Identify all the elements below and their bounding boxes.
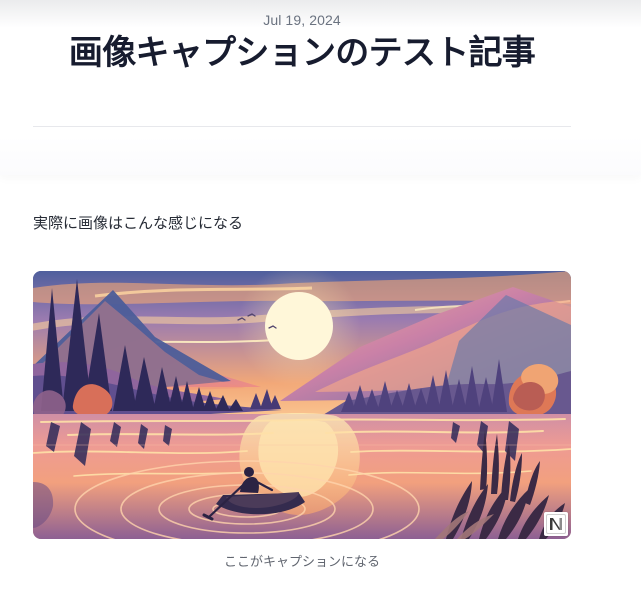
article-figure xyxy=(33,271,571,539)
article-image[interactable] xyxy=(33,271,571,539)
notion-logo-icon xyxy=(544,512,568,536)
article-date: Jul 19, 2024 xyxy=(263,12,341,28)
article-page: Jul 19, 2024 画像キャプションのテスト記事 実際に画像はこんな感じに… xyxy=(0,0,641,605)
sunset-lake-boat-illustration xyxy=(33,271,571,539)
article-body-text: 実際に画像はこんな感じになる xyxy=(33,214,244,232)
image-caption: ここがキャプションになる xyxy=(223,555,380,570)
title-divider xyxy=(33,126,571,127)
article-title: 画像キャプションのテスト記事 xyxy=(68,33,536,73)
article-header: Jul 19, 2024 画像キャプションのテスト記事 xyxy=(0,0,641,175)
